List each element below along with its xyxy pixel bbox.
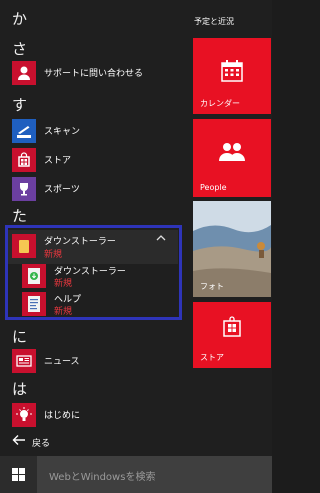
search-input[interactable]: WebとWindowsを検索 xyxy=(37,456,272,493)
app-item-news[interactable]: ニュース xyxy=(0,346,190,376)
section-header-su[interactable]: す xyxy=(12,96,27,114)
app-label: はじめに xyxy=(44,411,81,421)
back-arrow-icon xyxy=(12,433,26,450)
app-label: サポートに問い合わせる xyxy=(44,69,144,79)
app-item-get-started[interactable]: はじめに xyxy=(0,400,190,430)
new-badge: 新規 xyxy=(44,250,63,260)
folder-icon xyxy=(12,234,36,258)
lightbulb-icon xyxy=(12,403,36,427)
tile-label: フォト xyxy=(200,282,224,291)
app-item-store[interactable]: ストア xyxy=(0,145,190,175)
calendar-icon xyxy=(219,58,245,88)
section-header-ta[interactable]: た xyxy=(12,207,27,225)
app-label: ニュース xyxy=(44,357,80,367)
group-item-help[interactable]: ヘルプ 新規 xyxy=(22,290,172,318)
back-label: 戻る xyxy=(32,439,51,449)
person-support-icon xyxy=(12,61,36,85)
store-bag-icon xyxy=(221,314,243,342)
trophy-icon xyxy=(12,177,36,201)
tile-people[interactable]: People xyxy=(193,119,271,197)
news-icon xyxy=(12,349,36,373)
tile-label: カレンダー xyxy=(200,99,240,108)
tile-store[interactable]: ストア xyxy=(193,302,271,368)
group-item-downstaller[interactable]: ダウンストーラー 新規 xyxy=(22,262,172,290)
app-item-scan[interactable]: スキャン xyxy=(0,116,190,146)
section-header-sa[interactable]: さ xyxy=(12,40,27,58)
tile-label: ストア xyxy=(200,353,224,362)
tile-group-title[interactable]: 予定と近況 xyxy=(194,16,234,27)
app-label: スポーツ xyxy=(44,185,80,195)
tile-label: People xyxy=(200,183,227,192)
new-badge: 新規 xyxy=(54,307,73,317)
app-item-sports[interactable]: スポーツ xyxy=(0,174,190,204)
app-item-support[interactable]: サポートに問い合わせる xyxy=(0,58,190,88)
group-title: ダウンストーラー xyxy=(44,237,116,247)
help-document-icon xyxy=(22,292,46,316)
app-label: スキャン xyxy=(44,127,81,137)
downstaller-app-icon xyxy=(22,264,46,288)
app-list: か さ サポートに問い合わせる す スキャン ストア スポーツ た ダウンストー… xyxy=(0,0,190,456)
search-placeholder: WebとWindowsを検索 xyxy=(49,472,156,483)
group-header-downstaller[interactable]: ダウンストーラー 新規 xyxy=(8,230,178,264)
new-badge: 新規 xyxy=(54,279,73,289)
windows-logo-icon xyxy=(12,468,25,481)
start-button[interactable] xyxy=(0,456,37,493)
tile-calendar[interactable]: カレンダー xyxy=(193,38,271,114)
photo-tile[interactable]: フォト xyxy=(193,201,271,297)
store-bag-icon xyxy=(12,148,36,172)
scanner-icon xyxy=(12,119,36,143)
section-header-ni[interactable]: に xyxy=(12,328,27,346)
back-button[interactable]: 戻る xyxy=(8,433,88,451)
section-header-ha[interactable]: は xyxy=(12,380,27,398)
section-header-ka[interactable]: か xyxy=(12,10,27,28)
taskbar: WebとWindowsを検索 xyxy=(0,456,272,493)
app-label: ストア xyxy=(44,156,72,166)
chevron-up-icon[interactable] xyxy=(156,234,166,245)
tiles-panel: 予定と近況 カレンダー People フォト ストア xyxy=(190,0,272,456)
people-icon xyxy=(217,139,247,169)
